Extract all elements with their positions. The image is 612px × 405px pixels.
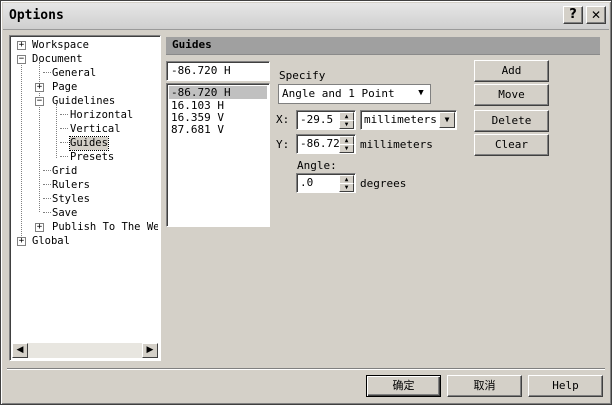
guides-list[interactable]: -86.720 H 16.103 H 16.359 V 87.681 V — [166, 83, 270, 227]
tree-item-guidelines[interactable]: Guidelines — [52, 95, 115, 108]
category-tree[interactable]: + Workspace − Document General + Page − … — [9, 35, 161, 361]
guide-value-input[interactable]: -86.720 H — [166, 61, 270, 81]
guide-list-item[interactable]: -86.720 H — [169, 86, 267, 99]
specify-label: Specify — [279, 69, 326, 82]
expand-global-icon[interactable]: + — [17, 237, 26, 246]
tree-item-workspace[interactable]: Workspace — [32, 39, 89, 52]
expand-workspace-icon[interactable]: + — [17, 41, 26, 50]
y-unit-label: millimeters — [360, 138, 433, 151]
units-value: millimeters — [364, 113, 437, 126]
add-button[interactable]: Add — [474, 60, 549, 82]
x-input[interactable]: -29.5 ▲ ▼ — [296, 110, 356, 130]
footer-divider — [7, 368, 605, 370]
tree-item-save[interactable]: Save — [52, 207, 77, 220]
tree-item-presets[interactable]: Presets — [70, 151, 114, 164]
move-button[interactable]: Move — [474, 84, 549, 106]
tree-item-publish-to-the-web[interactable]: Publish To The Web — [52, 221, 158, 234]
x-decrement-icon[interactable]: ▼ — [339, 120, 354, 129]
guide-list-item[interactable]: 87.681 V — [171, 123, 224, 136]
angle-value: .0 — [300, 176, 314, 189]
y-input[interactable]: -86.72 ▲ ▼ — [296, 134, 356, 154]
delete-button[interactable]: Delete — [474, 110, 549, 132]
guide-value-text: -86.720 H — [171, 64, 231, 77]
tree-item-page[interactable]: Page — [52, 81, 77, 94]
dialog-title: Options — [9, 8, 64, 23]
options-dialog: Options ? ✕ + Workspace − Document Gener… — [0, 0, 612, 405]
scroll-left-icon[interactable]: ◀ — [12, 343, 28, 358]
clear-button[interactable]: Clear — [474, 134, 549, 156]
scroll-right-icon[interactable]: ▶ — [142, 343, 158, 358]
tree-item-guides[interactable]: Guides — [69, 136, 109, 151]
cancel-button[interactable]: 取消 — [447, 375, 522, 397]
tree-item-horizontal[interactable]: Horizontal — [70, 109, 133, 122]
chevron-down-icon[interactable]: ▼ — [413, 86, 429, 102]
units-select[interactable]: millimeters ▼ — [360, 110, 457, 130]
horizontal-scrollbar[interactable]: ◀ ▶ — [12, 343, 158, 358]
help-icon[interactable]: ? — [563, 6, 583, 24]
chevron-down-icon[interactable]: ▼ — [439, 112, 455, 128]
angle-input[interactable]: .0 ▲ ▼ — [296, 173, 356, 193]
angle-decrement-icon[interactable]: ▼ — [339, 183, 354, 192]
y-decrement-icon[interactable]: ▼ — [339, 144, 354, 153]
collapse-guidelines-icon[interactable]: − — [35, 97, 44, 106]
close-icon[interactable]: ✕ — [586, 6, 606, 24]
angle-label: Angle: — [297, 159, 337, 172]
tree-item-global[interactable]: Global — [32, 235, 70, 248]
title-bar: Options ? ✕ — [3, 3, 609, 30]
specify-value: Angle and 1 Point — [282, 87, 395, 100]
help-button[interactable]: Help — [528, 375, 603, 397]
collapse-document-icon[interactable]: − — [17, 55, 26, 64]
ok-button[interactable]: 确定 — [366, 375, 441, 397]
tree-item-rulers[interactable]: Rulers — [52, 179, 90, 192]
angle-unit-label: degrees — [360, 177, 407, 190]
tree-item-general[interactable]: General — [52, 67, 96, 80]
y-value: -86.72 — [300, 137, 340, 150]
tree-item-grid[interactable]: Grid — [52, 165, 77, 178]
x-label: X: — [276, 113, 290, 126]
x-value: -29.5 — [300, 113, 334, 126]
tree-item-document[interactable]: Document — [32, 53, 83, 66]
y-label: Y: — [276, 138, 290, 151]
expand-page-icon[interactable]: + — [35, 83, 44, 92]
panel-header: Guides — [166, 37, 600, 55]
panel-title: Guides — [172, 38, 212, 51]
expand-publish-icon[interactable]: + — [35, 223, 44, 232]
tree-item-styles[interactable]: Styles — [52, 193, 90, 206]
tree-item-vertical[interactable]: Vertical — [70, 123, 121, 136]
specify-select[interactable]: Angle and 1 Point ▼ — [278, 84, 431, 104]
